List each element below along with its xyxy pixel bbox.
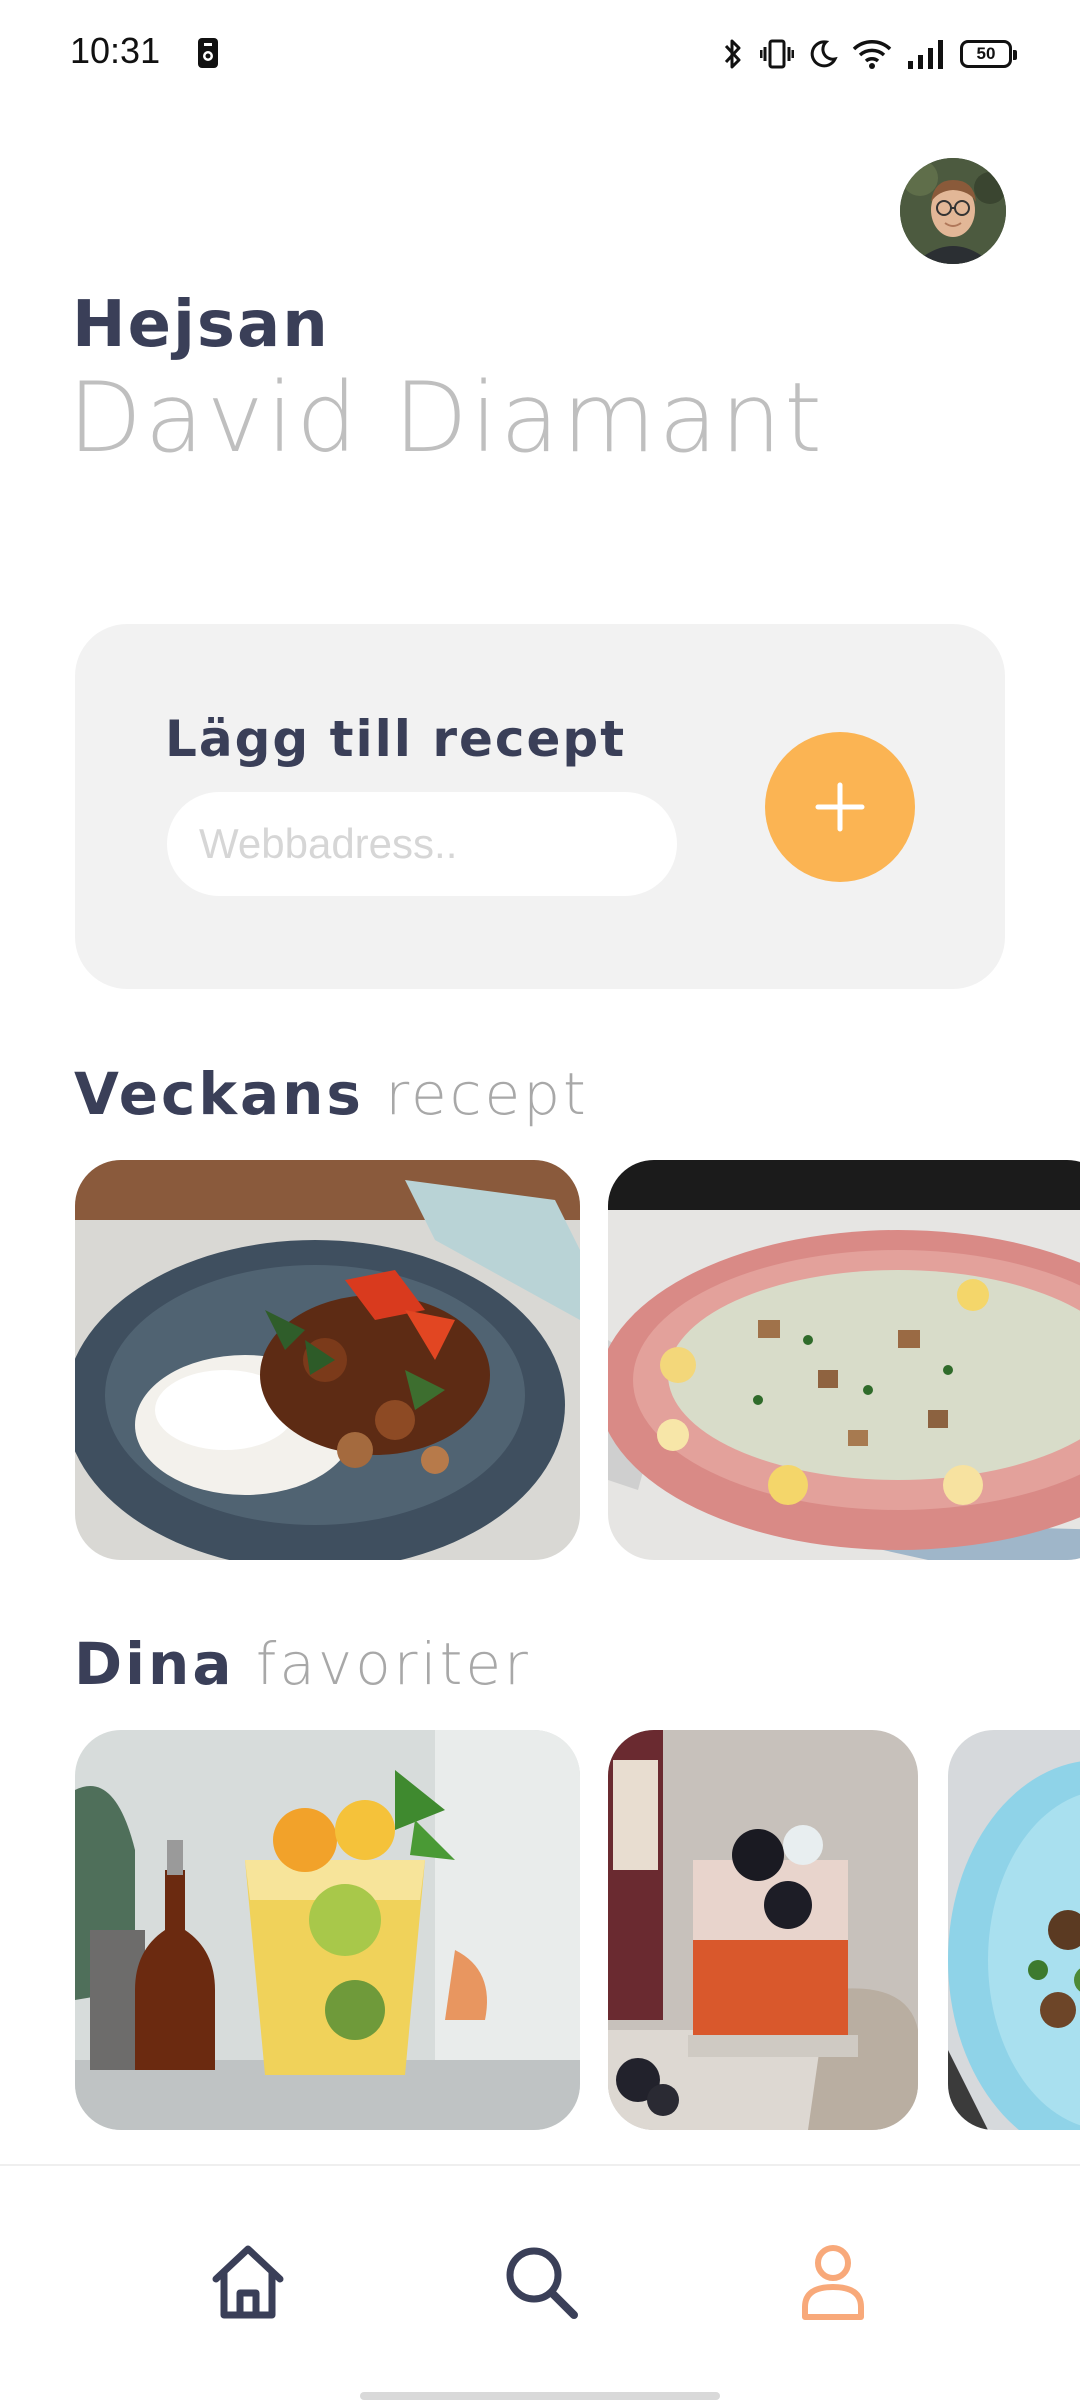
battery-level: 50 — [976, 44, 996, 63]
wifi-icon — [852, 40, 892, 69]
favorite-card-blackberry-drink[interactable] — [608, 1730, 918, 2130]
avatar-photo — [900, 158, 1006, 264]
recipe-card-egg-salad[interactable] — [608, 1160, 1080, 1560]
home-icon — [212, 2245, 284, 2319]
mushroom-rice-image — [75, 1160, 580, 1560]
status-bar: 10:31 50 — [0, 0, 1080, 110]
add-recipe-button[interactable] — [765, 732, 915, 882]
weekly-carousel[interactable] — [0, 1160, 1080, 1560]
notification-icon — [198, 38, 218, 68]
do-not-disturb-icon — [810, 40, 838, 68]
nav-profile[interactable] — [778, 2226, 888, 2336]
plus-icon — [815, 782, 865, 832]
greeting-text: Hejsan — [72, 288, 330, 362]
favorite-card-citrus-cocktail[interactable] — [75, 1730, 580, 2130]
citrus-cocktail-image — [75, 1730, 580, 2130]
weekly-title-strong: Veckans — [74, 1060, 364, 1128]
nav-home[interactable] — [193, 2226, 303, 2336]
bottom-navigation — [0, 2164, 1080, 2400]
egg-salad-image — [608, 1160, 1080, 1560]
status-time: 10:31 — [70, 30, 161, 71]
salad-plate-image — [948, 1730, 1080, 2130]
signal-icon — [908, 40, 943, 69]
favorites-title-strong: Dina — [74, 1630, 235, 1698]
nav-search[interactable] — [485, 2226, 595, 2336]
blackberry-drink-image — [608, 1730, 918, 2130]
battery-icon: 50 — [960, 40, 1017, 68]
recipe-url-input[interactable] — [167, 792, 677, 896]
weekly-title-light: recept — [385, 1060, 589, 1128]
user-name: David Diamant — [68, 362, 825, 474]
weekly-section-title: Veckans recept — [74, 1060, 589, 1128]
favorite-card-salad-plate[interactable] — [948, 1730, 1080, 2130]
avatar[interactable] — [900, 158, 1006, 264]
bluetooth-icon — [724, 39, 741, 69]
add-recipe-card: Lägg till recept — [75, 624, 1005, 989]
add-recipe-title: Lägg till recept — [165, 710, 627, 768]
search-icon — [506, 2247, 578, 2319]
favorites-carousel[interactable] — [0, 1730, 1080, 2130]
favorites-title-light: favoriter — [255, 1630, 531, 1698]
home-indicator — [360, 2392, 720, 2400]
favorites-section-title: Dina favoriter — [74, 1630, 531, 1698]
recipe-card-mushroom-rice[interactable] — [75, 1160, 580, 1560]
profile-icon — [802, 2245, 864, 2320]
vibrate-icon — [760, 39, 794, 69]
